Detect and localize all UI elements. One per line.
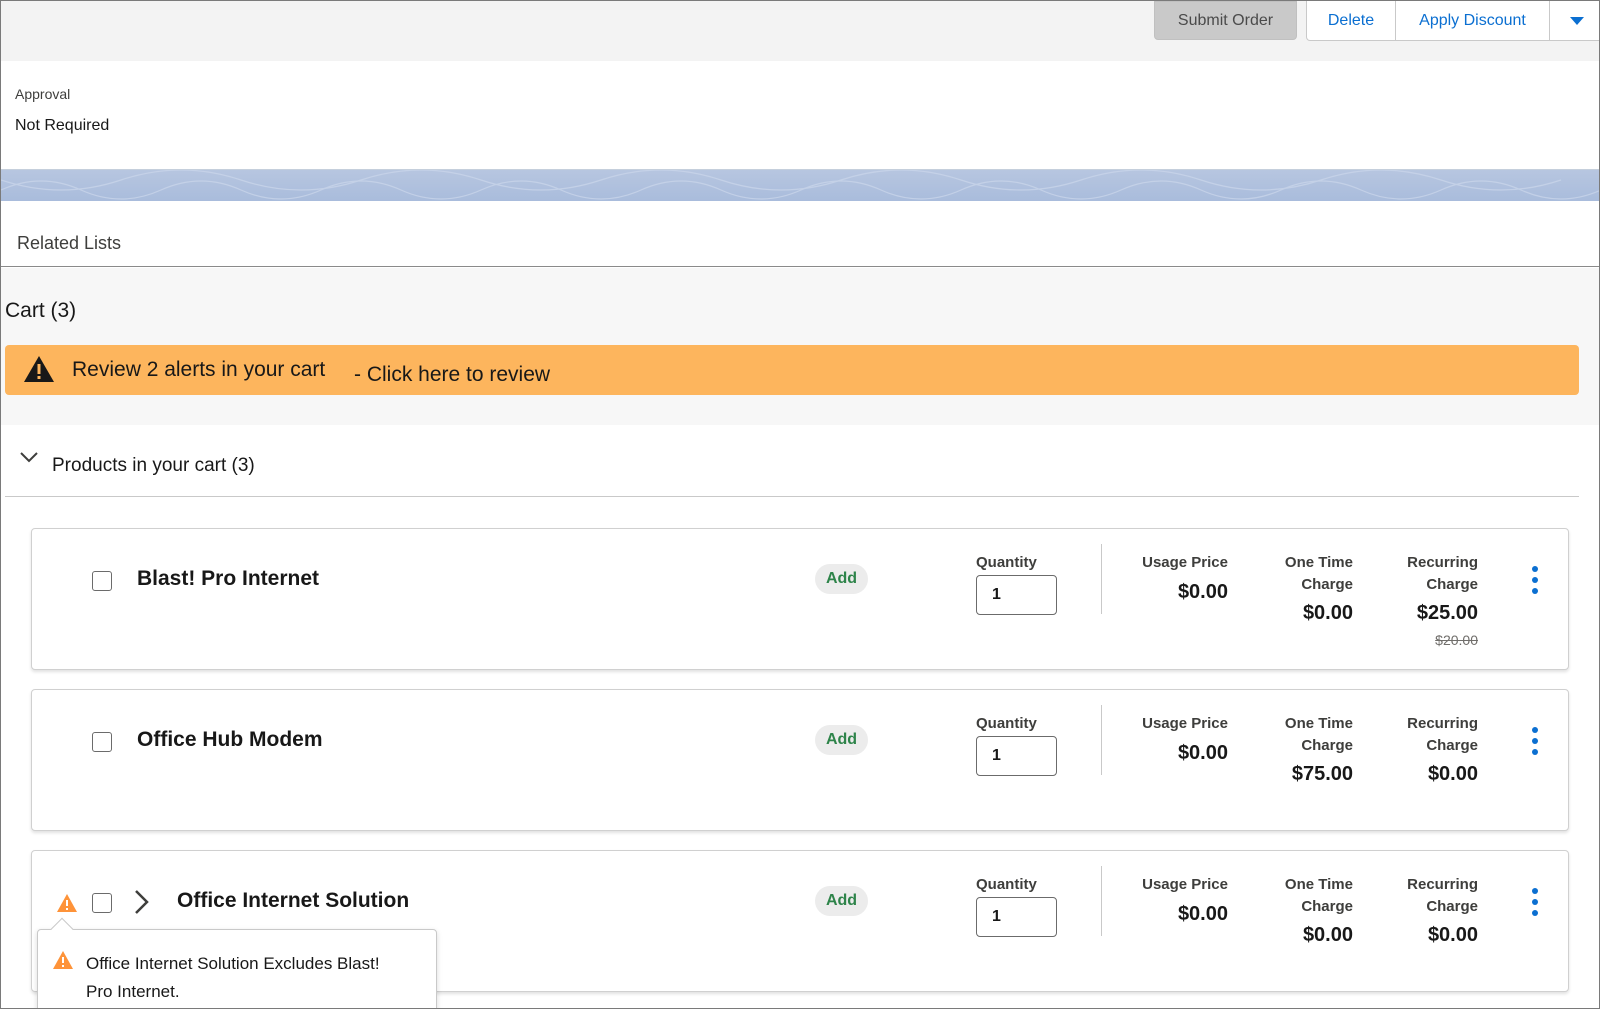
quantity-input[interactable]: 1 [976,575,1057,615]
item-checkbox[interactable] [92,571,112,591]
action-bar: Submit Order Delete Apply Discount [1,1,1599,61]
product-name: Office Hub Modem [137,728,323,751]
cart-item-card: Office Hub Modem Add Quantity 1 Usage Pr… [31,689,1569,831]
column-divider [1101,544,1102,614]
usage-price-value: $0.00 [1177,903,1228,925]
cart-alert-banner[interactable]: Review 2 alerts in your cart - Click her… [5,345,1579,395]
more-options-icon[interactable] [1529,566,1541,596]
add-badge[interactable]: Add [815,564,868,594]
quantity-label: Quantity [976,876,1037,893]
one-time-charge-label-line1: One Time [1284,554,1353,571]
alert-message: Review 2 alerts in your cart [72,358,326,381]
products-section-header[interactable]: Products in your cart (3) [5,426,1579,497]
submit-order-button[interactable]: Submit Order [1154,1,1297,40]
popover-message: Office Internet Solution Excludes Blast!… [86,954,380,1001]
action-button-group: Delete Apply Discount [1306,1,1599,41]
product-name: Blast! Pro Internet [137,567,320,590]
caret-down-icon [1570,16,1584,25]
chevron-down-icon[interactable] [19,450,39,464]
one-time-charge-value: $75.00 [1291,763,1353,785]
one-time-charge-label-line2: Charge [1301,898,1353,915]
add-badge[interactable]: Add [815,725,868,755]
one-time-charge-label-line2: Charge [1301,576,1353,593]
warning-icon [24,356,54,382]
band-pattern-icon [1,170,1599,200]
quantity-label: Quantity [976,715,1037,732]
exclusion-warning-popover: Office Internet Solution Excludes Blast!… [37,917,437,1008]
more-options-icon[interactable] [1529,888,1541,918]
recurring-charge-label-line2: Charge [1426,737,1478,754]
warning-icon[interactable] [56,893,78,913]
recurring-charge-label-line2: Charge [1426,898,1478,915]
cart-title: Cart (3) [5,299,77,322]
recurring-charge-label-line1: Recurring [1407,554,1478,571]
item-checkbox[interactable] [92,893,112,913]
cart-item-card: Blast! Pro Internet Add Quantity 1 Usage… [31,528,1569,670]
approval-value: Not Required [15,117,110,134]
approval-label: Approval [15,86,71,102]
one-time-charge-value: $0.00 [1302,602,1353,624]
chevron-right-icon[interactable] [132,889,150,915]
review-alerts-link[interactable]: - Click here to review [354,363,550,387]
recurring-charge-label-line1: Recurring [1407,876,1478,893]
item-checkbox[interactable] [92,732,112,752]
add-badge[interactable]: Add [815,886,868,916]
usage-price-label: Usage Price [1142,554,1228,571]
quantity-input[interactable]: 1 [976,897,1057,937]
quantity-label: Quantity [976,554,1037,571]
recurring-charge-value: $0.00 [1427,763,1478,785]
column-divider [1101,705,1102,775]
one-time-charge-value: $0.00 [1302,924,1353,946]
warning-icon [53,951,73,969]
products-section-title: Products in your cart (3) [52,455,255,476]
decorative-band [1,169,1599,201]
related-lists-title: Related Lists [17,233,122,253]
product-name: Office Internet Solution [177,889,410,912]
usage-price-value: $0.00 [1177,742,1228,764]
usage-price-label: Usage Price [1142,876,1228,893]
usage-price-label: Usage Price [1142,715,1228,732]
one-time-charge-label-line1: One Time [1284,715,1353,732]
one-time-charge-label-line2: Charge [1301,737,1353,754]
apply-discount-button[interactable]: Apply Discount [1396,1,1550,40]
one-time-charge-label-line1: One Time [1284,876,1353,893]
delete-button[interactable]: Delete [1307,1,1396,40]
usage-price-value: $0.00 [1177,581,1228,603]
recurring-charge-label-line2: Charge [1426,576,1478,593]
recurring-charge-label-line1: Recurring [1407,715,1478,732]
recurring-charge-value: $0.00 [1427,924,1478,946]
quantity-input[interactable]: 1 [976,736,1057,776]
more-options-icon[interactable] [1529,727,1541,757]
column-divider [1101,866,1102,936]
recurring-charge-value: $25.00 [1416,602,1478,624]
related-lists-header [1,201,1599,267]
recurring-original-price: $20.00 [1435,632,1478,648]
page-frame: Submit Order Delete Apply Discount Appro… [0,0,1600,1009]
more-actions-button[interactable] [1550,1,1599,40]
